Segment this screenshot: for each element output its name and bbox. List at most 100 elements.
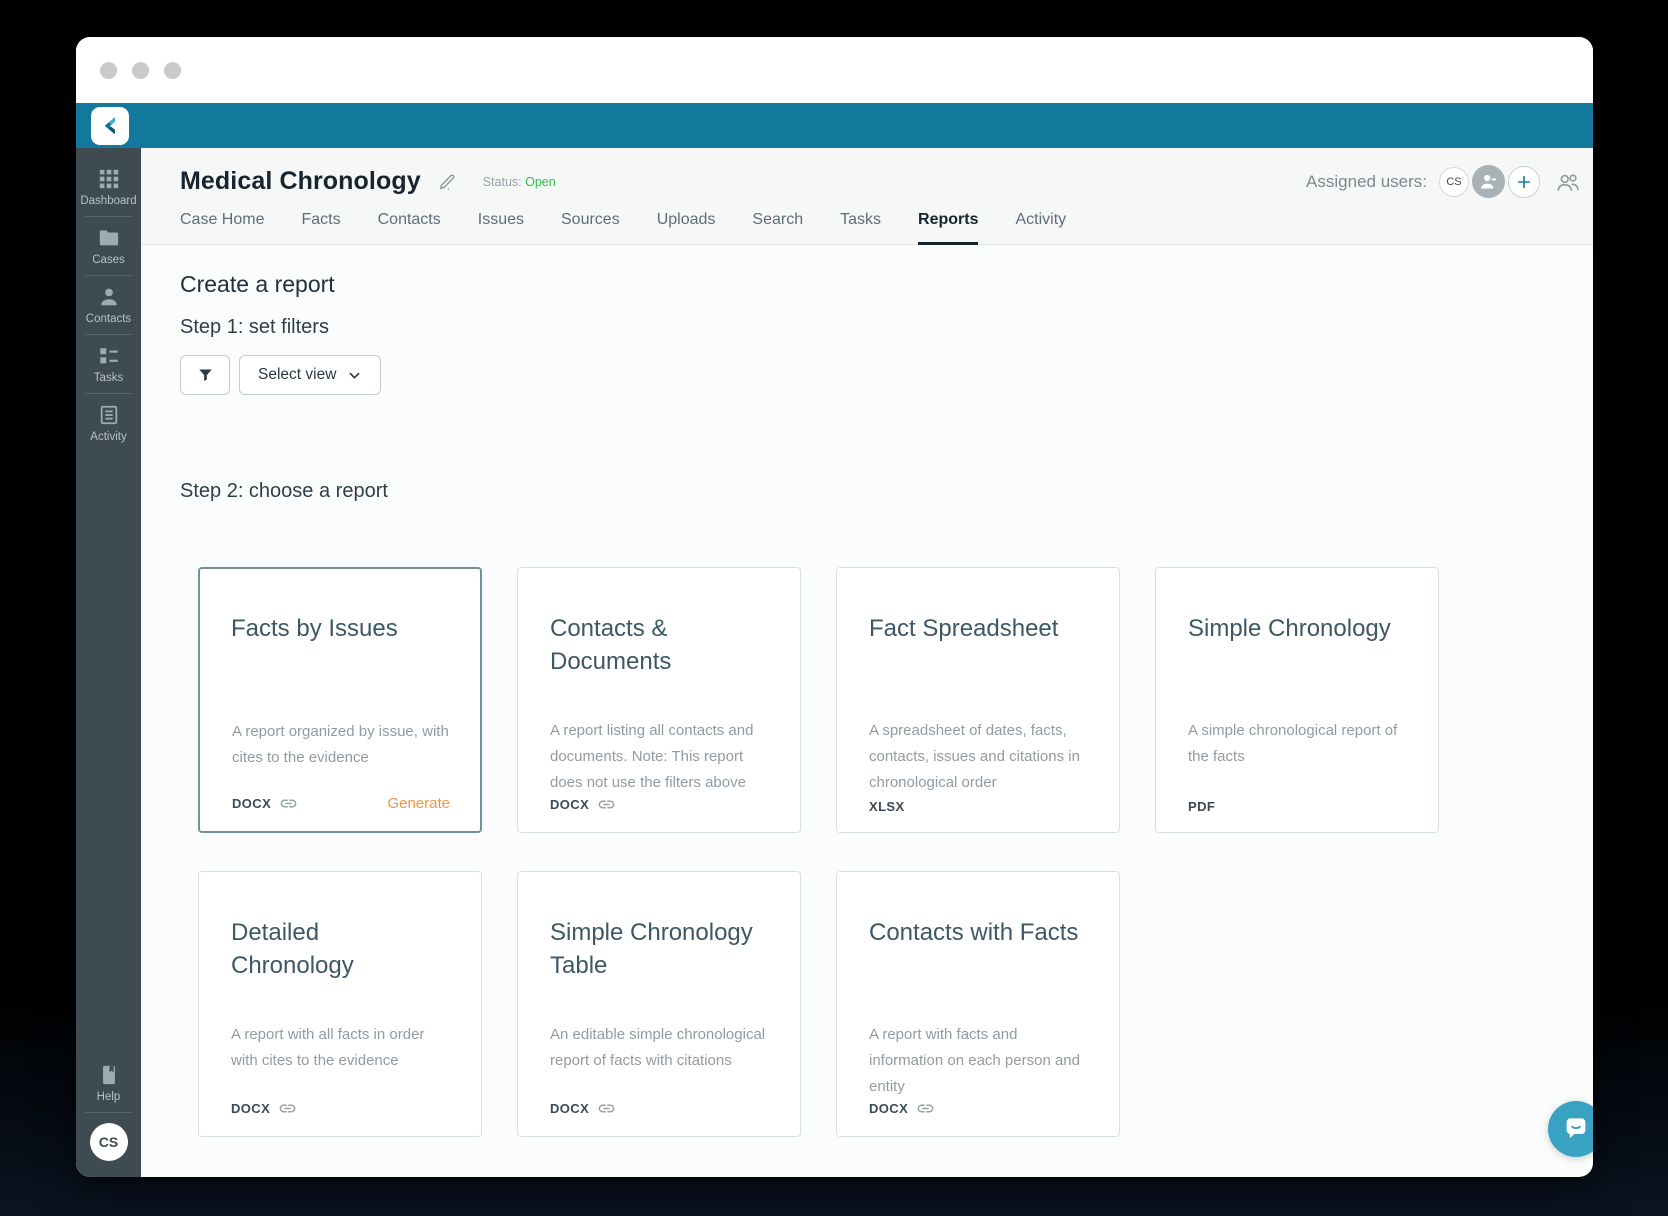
report-card-title: Contacts with Facts bbox=[869, 919, 1079, 946]
report-card-simple-chronology-table[interactable]: Simple Chronology Table An editable simp… bbox=[517, 871, 801, 1137]
person-icon bbox=[100, 288, 117, 306]
report-card-facts-by-issues[interactable]: Facts by Issues A report organized by is… bbox=[198, 567, 482, 833]
case-title: Medical Chronology bbox=[180, 167, 421, 195]
window-control-dot[interactable] bbox=[164, 61, 181, 79]
report-card-title: Simple Chronology Table bbox=[550, 919, 753, 980]
sidebar-item-label: Help bbox=[96, 1091, 121, 1103]
status-value: Open bbox=[525, 174, 556, 189]
app-window: Dashboard Cases Contacts Tasks Activity … bbox=[76, 37, 1593, 1177]
report-card-fact-spreadsheet[interactable]: Fact Spreadsheet A spreadsheet of dates,… bbox=[836, 567, 1120, 833]
sidebar-item-cases[interactable]: Cases bbox=[76, 217, 141, 275]
report-format-label: DOCX bbox=[869, 1101, 909, 1116]
plus-icon bbox=[1517, 175, 1531, 188]
window-control-dot[interactable] bbox=[100, 61, 117, 79]
step1-heading: Step 1: set filters bbox=[180, 316, 329, 338]
sidebar-item-activity[interactable]: Activity bbox=[76, 394, 141, 452]
assigned-user-initials: CS bbox=[1446, 175, 1462, 188]
link-icon[interactable] bbox=[597, 1099, 616, 1118]
report-format-label: DOCX bbox=[232, 796, 272, 811]
report-card-description: A simple chronological report of the fac… bbox=[1188, 722, 1398, 765]
sidebar-item-contacts[interactable]: Contacts bbox=[76, 276, 141, 334]
tab-issues[interactable]: Issues bbox=[478, 211, 524, 244]
link-icon[interactable] bbox=[279, 794, 298, 813]
report-card-contacts-with-facts[interactable]: Contacts with Facts A report with facts … bbox=[836, 871, 1120, 1137]
tab-contacts[interactable]: Contacts bbox=[378, 211, 441, 244]
generate-report-link[interactable]: Generate bbox=[387, 795, 450, 812]
page-title: Create a report bbox=[180, 271, 335, 297]
tab-uploads[interactable]: Uploads bbox=[657, 211, 716, 244]
sidebar-item-tasks[interactable]: Tasks bbox=[76, 335, 141, 393]
tab-search[interactable]: Search bbox=[752, 211, 803, 244]
tab-case-home[interactable]: Case Home bbox=[180, 211, 264, 244]
sidebar-item-label: Tasks bbox=[93, 372, 124, 384]
help-book-icon bbox=[102, 1065, 115, 1085]
chevron-down-icon bbox=[350, 372, 360, 378]
people-group-icon bbox=[1557, 173, 1579, 191]
report-card-description: A report organized by issue, with cites … bbox=[232, 723, 449, 766]
brand-bar bbox=[76, 103, 1593, 148]
assigned-user-chip[interactable]: CS bbox=[1439, 166, 1469, 197]
edit-title-icon[interactable] bbox=[437, 172, 457, 192]
manage-users-button[interactable] bbox=[1555, 169, 1581, 195]
sidebar-item-label: Cases bbox=[92, 254, 125, 266]
main-area: Medical Chronology Status: Open Assigned… bbox=[141, 148, 1593, 1177]
person-minus-icon bbox=[1481, 174, 1497, 189]
sidebar: Dashboard Cases Contacts Tasks Activity … bbox=[76, 148, 141, 1177]
report-format-label: XLSX bbox=[869, 799, 905, 814]
activity-log-icon bbox=[100, 405, 117, 425]
sidebar-item-label: Activity bbox=[90, 431, 127, 443]
sidebar-item-label: Dashboard bbox=[80, 195, 137, 207]
link-icon[interactable] bbox=[916, 1099, 935, 1118]
reports-content: Create a report Step 1: set filters Sele… bbox=[141, 245, 1593, 1177]
report-card-simple-chronology[interactable]: Simple Chronology A simple chronological… bbox=[1155, 567, 1439, 833]
report-card-title: Detailed Chronology bbox=[231, 919, 354, 980]
report-card-description: An editable simple chronological report … bbox=[550, 1026, 766, 1069]
sidebar-item-label: Contacts bbox=[85, 313, 132, 325]
tasks-icon bbox=[99, 348, 118, 364]
report-format-label: DOCX bbox=[550, 1101, 590, 1116]
window-titlebar bbox=[76, 37, 1593, 103]
report-card-description: A report with all facts in order with ci… bbox=[231, 1026, 425, 1069]
funnel-icon bbox=[198, 368, 212, 381]
report-cards-grid: Facts by Issues A report organized by is… bbox=[198, 567, 1593, 1137]
link-icon[interactable] bbox=[278, 1099, 297, 1118]
add-user-button[interactable] bbox=[1508, 165, 1540, 198]
report-card-title: Contacts & Documents bbox=[550, 615, 672, 676]
report-format-label: DOCX bbox=[231, 1101, 271, 1116]
grid-icon bbox=[99, 169, 118, 189]
link-icon[interactable] bbox=[597, 795, 616, 814]
sidebar-item-dashboard[interactable]: Dashboard bbox=[76, 158, 141, 216]
chat-bubble-icon bbox=[1566, 1118, 1586, 1139]
step2-heading: Step 2: choose a report bbox=[180, 480, 388, 502]
tab-facts[interactable]: Facts bbox=[301, 211, 340, 244]
tab-activity[interactable]: Activity bbox=[1015, 211, 1066, 244]
report-card-title: Facts by Issues bbox=[231, 615, 398, 642]
status-label: Status: bbox=[482, 174, 522, 189]
report-card-detailed-chronology[interactable]: Detailed Chronology A report with all fa… bbox=[198, 871, 482, 1137]
report-card-description: A report listing all contacts and docume… bbox=[550, 722, 754, 791]
tab-sources[interactable]: Sources bbox=[561, 211, 620, 244]
remove-user-avatar-button[interactable] bbox=[1472, 165, 1505, 198]
user-initials: CS bbox=[98, 1134, 119, 1150]
folder-icon bbox=[99, 230, 118, 246]
select-view-dropdown[interactable]: Select view bbox=[239, 355, 382, 395]
report-card-contacts-documents[interactable]: Contacts & Documents A report listing al… bbox=[517, 567, 801, 833]
sidebar-item-help[interactable]: Help bbox=[76, 1054, 141, 1112]
case-tabs: Case Home Facts Contacts Issues Sources … bbox=[141, 198, 1593, 245]
report-card-description: A report with facts and information on e… bbox=[869, 1026, 1080, 1095]
case-header: Medical Chronology Status: Open Assigned… bbox=[141, 148, 1593, 245]
sidebar-user-avatar[interactable]: CS bbox=[89, 1123, 128, 1161]
filter-button[interactable] bbox=[180, 355, 230, 395]
app-logo[interactable] bbox=[91, 106, 129, 145]
report-card-description: A spreadsheet of dates, facts, contacts,… bbox=[869, 722, 1080, 791]
report-format-label: DOCX bbox=[550, 797, 590, 812]
assigned-users-label: Assigned users: bbox=[1306, 171, 1427, 191]
tab-tasks[interactable]: Tasks bbox=[840, 211, 881, 244]
sidebar-divider bbox=[85, 1112, 132, 1113]
brand-mark-icon bbox=[104, 116, 115, 134]
report-format-label: PDF bbox=[1188, 799, 1216, 814]
window-control-dot[interactable] bbox=[132, 61, 149, 79]
report-card-title: Simple Chronology bbox=[1188, 615, 1391, 642]
tab-reports[interactable]: Reports bbox=[918, 211, 979, 245]
